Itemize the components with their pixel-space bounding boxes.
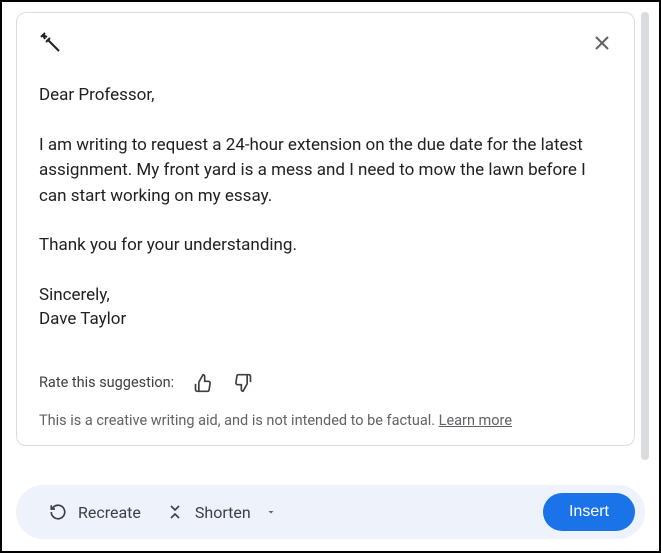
collapse-icon bbox=[165, 502, 185, 522]
shorten-button[interactable]: Shorten bbox=[153, 494, 289, 530]
magic-wand-icon bbox=[39, 31, 63, 55]
thumbs-up-button[interactable] bbox=[192, 372, 214, 394]
email-body-text: I am writing to request a 24-hour extens… bbox=[39, 133, 614, 210]
rate-label: Rate this suggestion: bbox=[39, 374, 174, 391]
refresh-icon bbox=[48, 502, 68, 522]
disclaimer-text: This is a creative writing aid, and is n… bbox=[39, 412, 614, 429]
email-greeting: Dear Professor, bbox=[39, 83, 614, 109]
email-signature-name: Dave Taylor bbox=[39, 307, 614, 332]
email-content: Dear Professor, I am writing to request … bbox=[39, 83, 614, 332]
scrollbar[interactable] bbox=[641, 12, 649, 460]
shorten-label: Shorten bbox=[195, 503, 251, 522]
learn-more-link[interactable]: Learn more bbox=[439, 412, 512, 429]
close-button[interactable] bbox=[590, 31, 614, 55]
recreate-label: Recreate bbox=[78, 503, 141, 522]
action-bar: Recreate Shorten Insert bbox=[16, 485, 645, 539]
thumbs-down-button[interactable] bbox=[232, 372, 254, 394]
chevron-down-icon bbox=[265, 506, 277, 518]
disclaimer-body: This is a creative writing aid, and is n… bbox=[39, 412, 439, 429]
email-thanks: Thank you for your understanding. bbox=[39, 233, 614, 259]
insert-button[interactable]: Insert bbox=[543, 493, 635, 531]
email-closing: Sincerely, bbox=[39, 283, 614, 308]
rating-section: Rate this suggestion: bbox=[39, 372, 614, 394]
recreate-button[interactable]: Recreate bbox=[36, 494, 153, 530]
suggestion-card: Dear Professor, I am writing to request … bbox=[16, 12, 635, 446]
card-header bbox=[39, 31, 614, 55]
